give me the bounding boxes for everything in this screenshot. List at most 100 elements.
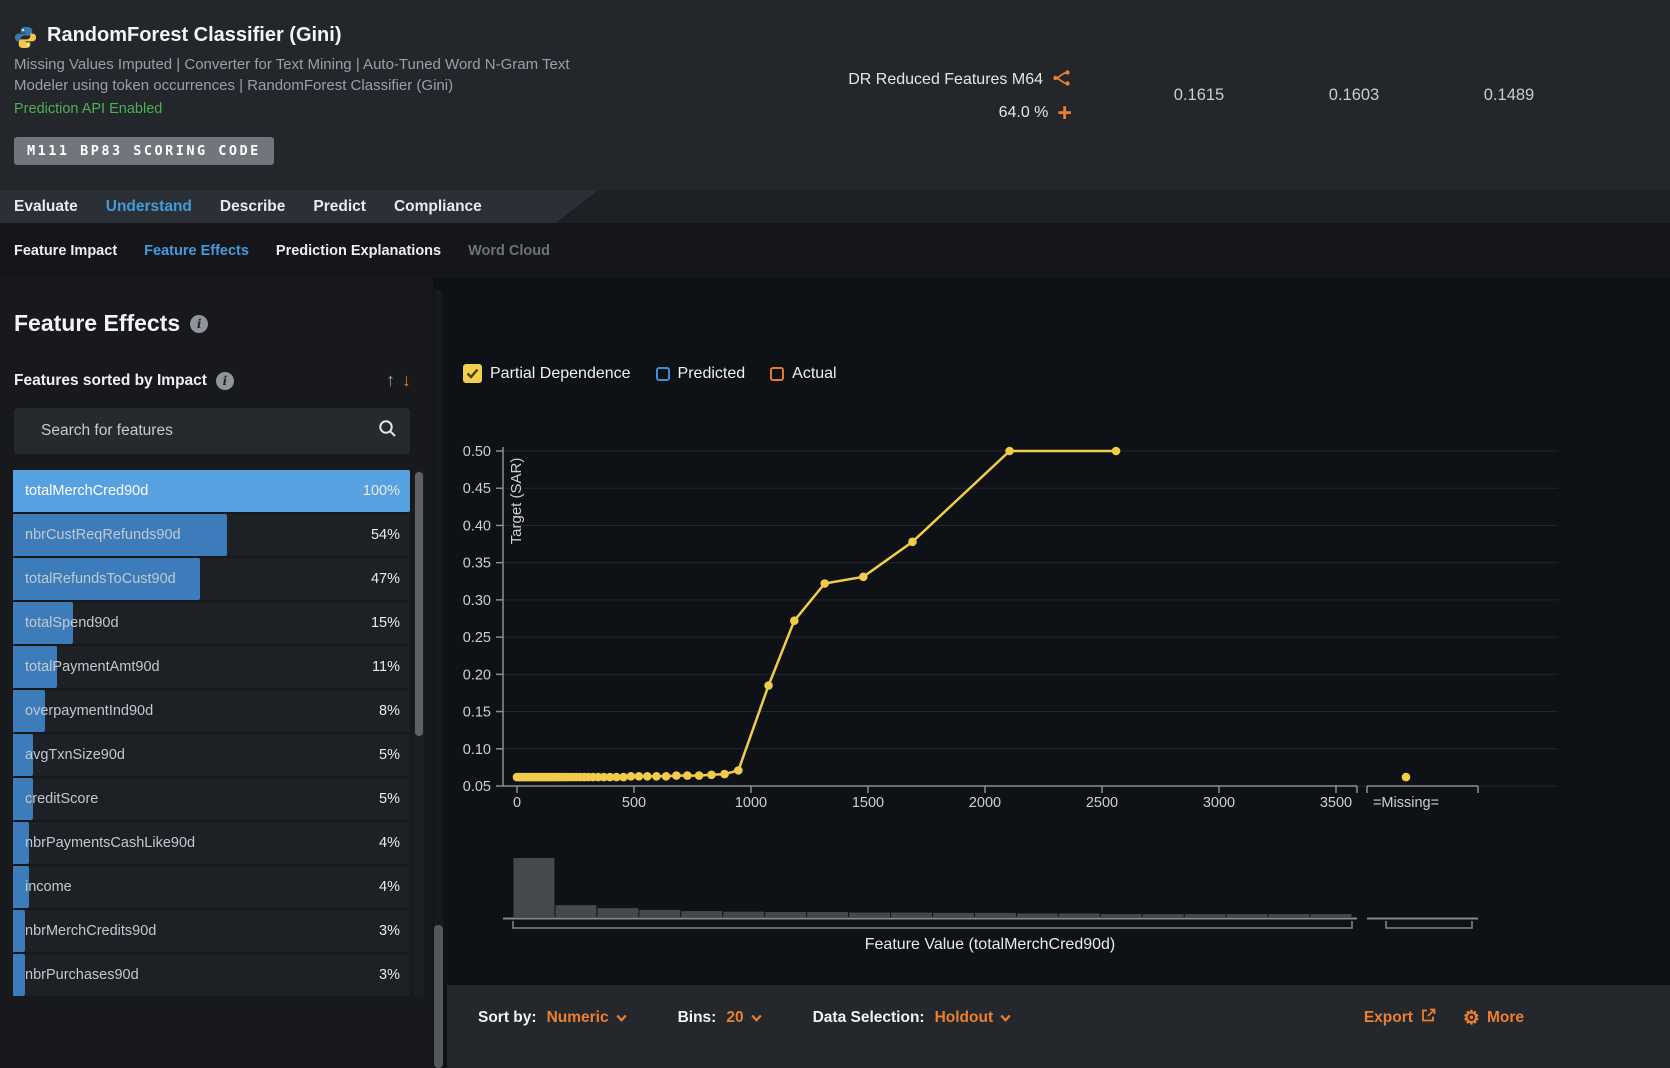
subtab-feature-effects[interactable]: Feature Effects: [144, 243, 249, 259]
feature-name: overpaymentInd90d: [25, 690, 153, 732]
tab-compliance[interactable]: Compliance: [394, 198, 482, 216]
info-icon[interactable]: [190, 315, 208, 333]
model-meta: DR Reduced Features M64 64.0 % +: [790, 69, 1072, 124]
legend-item-actual[interactable]: Actual: [770, 365, 836, 383]
data-selection-select[interactable]: Holdout: [935, 1009, 994, 1027]
model-title: RandomForest Classifier (Gini): [47, 24, 342, 47]
page-title-row: Feature Effects: [14, 310, 208, 337]
subtab-word-cloud[interactable]: Word Cloud: [468, 243, 550, 259]
legend-label: Predicted: [678, 365, 746, 383]
impact-percent: 8%: [379, 690, 400, 732]
feature-name: avgTxnSize90d: [25, 734, 125, 776]
legend-item-predicted[interactable]: Predicted: [656, 365, 746, 383]
chart-legend: Partial Dependence Predicted Actual: [463, 364, 837, 383]
feature-name: totalSpend90d: [25, 602, 119, 644]
feature-name: nbrCustReqRefunds90d: [25, 514, 181, 556]
feature-row-totalmerchcred90d[interactable]: totalMerchCred90d 100%: [13, 470, 410, 512]
legend-label: Partial Dependence: [490, 365, 631, 383]
feature-search-box[interactable]: [14, 408, 410, 454]
tab-evaluate[interactable]: Evaluate: [14, 198, 78, 216]
panel-scrollbar-thumb[interactable]: [434, 925, 443, 1068]
subtab-bar: Feature Impact Feature Effects Prediction …: [0, 223, 1670, 278]
checkbox-checked-icon[interactable]: [463, 364, 482, 383]
feature-row-nbrpaymentscashlike90d[interactable]: nbrPaymentsCashLike90d 4%: [13, 822, 410, 864]
sort-descending-icon[interactable]: ↓: [402, 370, 411, 391]
checkbox-unchecked-icon[interactable]: [656, 367, 670, 381]
impact-bar: [13, 954, 25, 996]
add-sample-size-icon[interactable]: +: [1057, 104, 1072, 122]
main-tab-row: Evaluate Understand Describe Predict Complia…: [0, 190, 1670, 223]
feature-name: income: [25, 866, 72, 908]
more-button[interactable]: ⚙ More: [1463, 1009, 1524, 1028]
tab-bar: Evaluate Understand Describe Predict Complia…: [0, 190, 1670, 223]
chart-footer-toolbar: Sort by: Numeric Bins: 20 Data Selection…: [447, 985, 1670, 1068]
model-subtitle-line2: Modeler using token occurrences | Random…: [14, 75, 453, 96]
impact-percent: 3%: [379, 954, 400, 996]
subtab-prediction-explanations[interactable]: Prediction Explanations: [276, 243, 441, 259]
python-blueprint-icon: [14, 26, 37, 54]
feature-name: totalPaymentAmt90d: [25, 646, 160, 688]
feature-name: creditScore: [25, 778, 98, 820]
impact-percent: 54%: [371, 514, 400, 556]
page-title: Feature Effects: [14, 310, 180, 337]
impact-percent: 11%: [372, 646, 400, 688]
impact-percent: 5%: [379, 734, 400, 776]
metric-score: 0.1615: [1168, 86, 1230, 105]
feature-name: nbrMerchCredits90d: [25, 910, 156, 952]
sample-size-pct: 64.0 %: [999, 104, 1049, 122]
bins-label: Bins:: [678, 1009, 717, 1027]
checkbox-unchecked-icon[interactable]: [770, 367, 784, 381]
metric-score: 0.1489: [1478, 86, 1540, 105]
impact-percent: 5%: [379, 778, 400, 820]
features-sort-label: Features sorted by Impact: [14, 372, 234, 390]
tab-understand[interactable]: Understand: [106, 198, 192, 216]
feature-row-nbrpurchases90d[interactable]: nbrPurchases90d 3%: [13, 954, 410, 996]
model-lineage-icon[interactable]: [1052, 69, 1072, 92]
scoring-code-badge[interactable]: M111 BP83 SCORING CODE: [14, 137, 274, 165]
sort-ascending-icon[interactable]: ↑: [386, 370, 395, 391]
feature-row-overpaymentind90d[interactable]: overpaymentInd90d 8%: [13, 690, 410, 732]
x-axis-title: Feature Value (totalMerchCred90d): [600, 936, 1380, 954]
data-selection-label: Data Selection:: [813, 1009, 925, 1027]
legend-item-partial-dependence[interactable]: Partial Dependence: [463, 364, 631, 383]
impact-bar: [13, 910, 25, 952]
feature-name: nbrPurchases90d: [25, 954, 139, 996]
sort-by-select[interactable]: Numeric: [547, 1009, 609, 1027]
impact-percent: 4%: [379, 822, 400, 864]
app-window: RandomForest Classifier (Gini) Missing V…: [0, 0, 1670, 1068]
impact-percent: 47%: [371, 558, 400, 600]
info-icon[interactable]: [216, 372, 234, 390]
feature-list-name[interactable]: DR Reduced Features M64: [848, 71, 1043, 89]
prediction-api-status: Prediction API Enabled: [14, 101, 162, 117]
subtab-feature-impact[interactable]: Feature Impact: [14, 243, 117, 259]
feature-row-totalpaymentamt90d[interactable]: totalPaymentAmt90d 11%: [13, 646, 410, 688]
feature-row-nbrmerchcredits90d[interactable]: nbrMerchCredits90d 3%: [13, 910, 410, 952]
export-button[interactable]: Export: [1364, 1007, 1437, 1029]
feature-name: totalRefundsToCust90d: [25, 558, 176, 600]
metric-score: 0.1603: [1323, 86, 1385, 105]
bins-select[interactable]: 20: [726, 1009, 743, 1027]
tab-predict[interactable]: Predict: [313, 198, 366, 216]
search-icon[interactable]: [378, 419, 397, 443]
gear-icon: ⚙: [1463, 1009, 1480, 1028]
chevron-down-icon[interactable]: [616, 1014, 627, 1022]
impact-percent: 4%: [379, 866, 400, 908]
feature-row-totalrefundstocust90d[interactable]: totalRefundsToCust90d 47%: [13, 558, 410, 600]
feature-row-avgtxnsize90d[interactable]: avgTxnSize90d 5%: [13, 734, 410, 776]
impact-percent: 3%: [379, 910, 400, 952]
feature-row-totalspend90d[interactable]: totalSpend90d 15%: [13, 602, 410, 644]
chevron-down-icon[interactable]: [1000, 1014, 1011, 1022]
feature-row-income[interactable]: income 4%: [13, 866, 410, 908]
impact-percent: 100%: [363, 470, 400, 512]
feature-name: totalMerchCred90d: [25, 470, 148, 512]
feature-row-nbrcustreqrefunds90d[interactable]: nbrCustReqRefunds90d 54%: [13, 514, 410, 556]
model-subtitle-line1: Missing Values Imputed | Converter for T…: [14, 54, 570, 75]
feature-search-input[interactable]: [27, 421, 378, 441]
model-metric-scores: 0.1615 0.1603 0.1489: [1168, 86, 1540, 105]
feature-name: nbrPaymentsCashLike90d: [25, 822, 195, 864]
impact-percent: 15%: [371, 602, 400, 644]
tab-describe[interactable]: Describe: [220, 198, 285, 216]
feature-list-scrollbar-thumb[interactable]: [415, 472, 423, 736]
feature-row-creditscore[interactable]: creditScore 5%: [13, 778, 410, 820]
chevron-down-icon[interactable]: [751, 1014, 762, 1022]
